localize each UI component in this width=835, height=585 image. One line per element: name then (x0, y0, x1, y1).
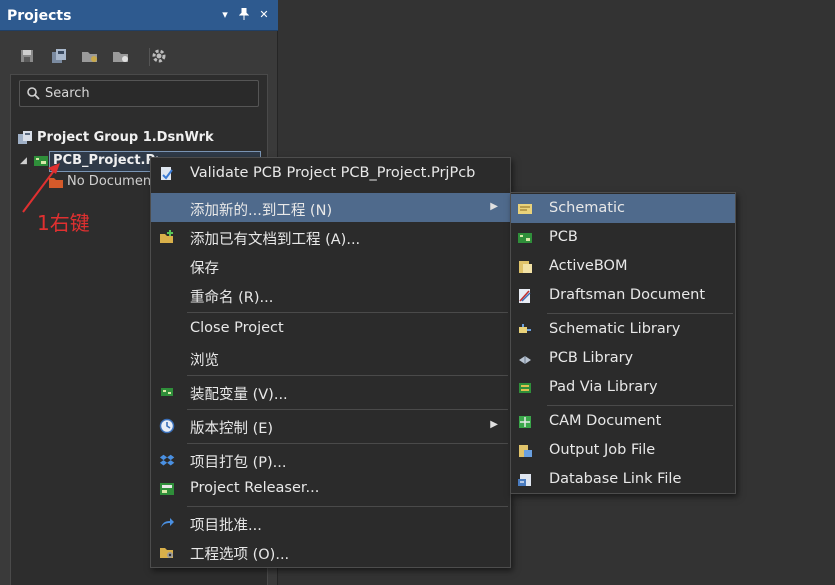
share-arrow-icon (161, 518, 174, 528)
submenu-item-database-link[interactable]: Database Link File (511, 465, 735, 494)
schematic-icon (518, 204, 532, 214)
menu-item-variants[interactable]: 装配变量 (V)... (151, 377, 510, 406)
search-input[interactable]: Search (19, 80, 259, 107)
project-label: PCB_Project.PrjPcb (53, 153, 158, 168)
menu-item-add-new[interactable]: 添加新的...到工程 (N) ▶ (151, 193, 510, 222)
menu-item-add-existing[interactable]: 添加已有文档到工程 (A)... (151, 222, 510, 251)
menu-separator (187, 409, 508, 410)
releaser-icon (160, 483, 174, 495)
submenu-item-draftsman[interactable]: Draftsman Document (511, 281, 735, 310)
pin-icon[interactable] (237, 7, 251, 23)
menu-separator (187, 312, 508, 313)
save-icon[interactable] (18, 47, 36, 65)
pcblib-icon (519, 356, 531, 364)
submenu-item-pcb-library[interactable]: PCB Library (511, 344, 735, 373)
close-icon[interactable]: ✕ (257, 8, 271, 21)
submenu-item-pcb[interactable]: PCB (511, 223, 735, 252)
submenu-item-schematic-library[interactable]: Schematic Library (511, 315, 735, 344)
padvia-icon (519, 383, 531, 393)
tree-item-project-group[interactable]: Project Group 1.DsnWrk (17, 128, 267, 148)
menu-item-pack[interactable]: 项目打包 (P)... (151, 445, 510, 474)
menu-separator (187, 506, 508, 507)
pcb-icon (518, 233, 532, 243)
menu-item-approve[interactable]: 项目批准... (151, 508, 510, 537)
panel-header: Projects ▾ ✕ (0, 0, 278, 31)
submenu-item-pad-via-library[interactable]: Pad Via Library (511, 373, 735, 402)
submenu-arrow-icon: ▶ (490, 419, 498, 430)
search-placeholder: Search (45, 86, 90, 101)
draftsman-icon (519, 289, 531, 303)
submenu-item-output-job[interactable]: Output Job File (511, 436, 735, 465)
dblink-icon (518, 474, 531, 486)
dropbox-icon (159, 454, 175, 466)
project-context-menu: Validate PCB Project PCB_Project.PrjPcb … (150, 157, 511, 568)
cam-icon (519, 416, 531, 428)
workspace-icon (18, 131, 32, 144)
panel-toolbar (14, 44, 264, 70)
project-group-label: Project Group 1.DsnWrk (37, 130, 214, 145)
submenu-separator (547, 313, 733, 314)
menu-item-validate[interactable]: Validate PCB Project PCB_Project.PrjPcb (151, 159, 510, 188)
add-new-submenu: Schematic PCB ActiveBOM Draftsman Docume… (510, 192, 736, 494)
submenu-item-activebom[interactable]: ActiveBOM (511, 252, 735, 281)
menu-item-close-project[interactable]: Close Project (151, 314, 510, 343)
menu-separator (187, 443, 508, 444)
validate-icon (161, 167, 173, 180)
submenu-arrow-icon: ▶ (490, 201, 498, 212)
variants-icon (161, 388, 173, 396)
folder-settings-icon[interactable] (112, 47, 130, 65)
clock-icon (159, 418, 175, 434)
no-documents-label: No Documents (67, 174, 150, 189)
search-icon (27, 87, 40, 100)
options-icon (160, 548, 173, 558)
panel-title: Projects (7, 8, 72, 24)
menu-item-project-releaser[interactable]: Project Releaser... (151, 474, 510, 503)
submenu-item-schematic[interactable]: Schematic (511, 194, 735, 223)
save-all-icon[interactable] (50, 47, 68, 65)
menu-item-save[interactable]: 保存 (151, 251, 510, 280)
outjob-icon (519, 445, 532, 457)
annotation-text: 1右键 (37, 211, 90, 235)
menu-item-project-options[interactable]: 工程选项 (O)... (151, 537, 510, 566)
submenu-separator (547, 405, 733, 406)
folder-gear-icon[interactable] (81, 47, 99, 65)
bom-icon (519, 261, 532, 273)
schlib-icon (519, 324, 531, 333)
gear-icon[interactable] (150, 47, 168, 65)
submenu-item-cam-document[interactable]: CAM Document (511, 407, 735, 436)
menu-item-rename[interactable]: 重命名 (R)... (151, 280, 510, 309)
panel-menu-icon[interactable]: ▾ (218, 8, 232, 21)
menu-item-browse[interactable]: 浏览 (151, 343, 510, 372)
menu-separator (187, 375, 508, 376)
add-existing-icon (160, 230, 173, 243)
menu-item-version-control[interactable]: 版本控制 (E) ▶ (151, 411, 510, 440)
